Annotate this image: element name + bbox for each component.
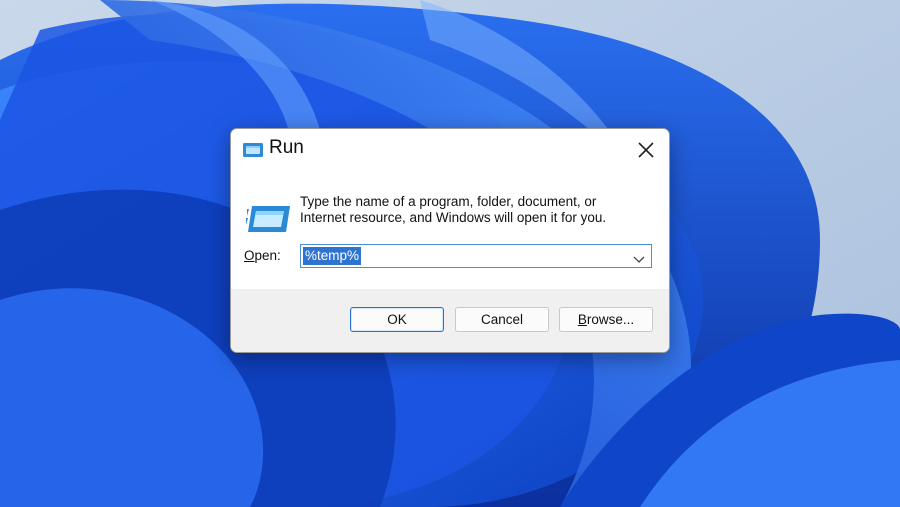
browse-label: rowse... [586, 312, 635, 327]
open-label: Open: [244, 248, 281, 263]
run-dialog: Run Type the name of a program, folder, … [230, 128, 670, 353]
dialog-footer: OK Cancel Browse... [231, 289, 669, 352]
title-bar[interactable]: Run [231, 129, 669, 171]
close-icon [638, 142, 654, 158]
dialog-description: Type the name of a program, folder, docu… [300, 194, 630, 226]
run-icon [242, 141, 264, 159]
chevron-down-icon[interactable] [633, 251, 645, 263]
open-label-text: pen: [254, 248, 281, 263]
browse-button[interactable]: Browse... [559, 307, 653, 332]
open-label-accelerator: O [244, 248, 255, 263]
dialog-title: Run [269, 137, 304, 158]
open-combobox[interactable]: %temp% [300, 244, 652, 268]
run-icon [246, 203, 292, 235]
close-button[interactable] [623, 129, 669, 171]
open-input[interactable]: %temp% [303, 247, 362, 265]
description-line-1: Type the name of a program, folder, docu… [300, 194, 597, 209]
cancel-button[interactable]: Cancel [455, 307, 549, 332]
dialog-body: Type the name of a program, folder, docu… [231, 171, 669, 289]
ok-button[interactable]: OK [350, 307, 444, 332]
description-line-2: Internet resource, and Windows will open… [300, 210, 607, 225]
browse-accelerator: B [577, 312, 587, 327]
